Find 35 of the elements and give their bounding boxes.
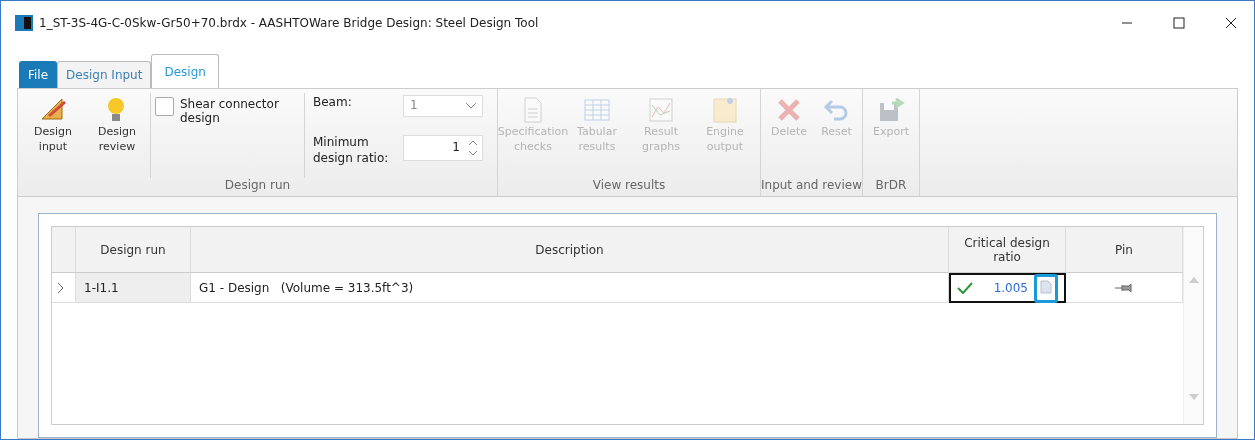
beam-dropdown[interactable]: 1 bbox=[403, 95, 483, 117]
group-label: View results bbox=[591, 178, 667, 194]
field-label: Beam: bbox=[313, 95, 353, 111]
checkbox-label: Shear connector design bbox=[180, 97, 280, 127]
scroll-up-icon[interactable] bbox=[1188, 277, 1199, 283]
toolbar-icon bbox=[710, 95, 740, 125]
ribbon-tab[interactable]: File bbox=[19, 61, 58, 88]
group-label: BrDR bbox=[874, 178, 908, 194]
ratio-spinner[interactable]: 1 bbox=[403, 134, 483, 161]
ribbon-button[interactable]: Design input bbox=[22, 93, 84, 178]
document-icon bbox=[1040, 279, 1052, 294]
column-header: Description bbox=[191, 227, 949, 273]
table-cell: 1-I1.1 bbox=[76, 273, 191, 303]
spinner-arrows-icon bbox=[468, 138, 478, 157]
group-label: Input and review bbox=[761, 178, 862, 194]
group-label: Design run bbox=[223, 178, 292, 194]
report-button[interactable] bbox=[1034, 273, 1058, 303]
checkbox[interactable] bbox=[155, 97, 174, 116]
ribbon-tab[interactable]: Design Input bbox=[57, 61, 152, 88]
pin-icon[interactable] bbox=[1114, 282, 1134, 293]
scroll-down-icon[interactable] bbox=[1188, 394, 1199, 400]
ratio-cell[interactable]: 1.005 bbox=[949, 273, 1066, 303]
ribbon-button[interactable]: Design review bbox=[86, 93, 148, 178]
ribbon-tab[interactable]: Design bbox=[151, 54, 219, 88]
toolbar-icon bbox=[646, 95, 676, 125]
field-label: Minimum design ratio: bbox=[313, 134, 390, 167]
chevron-down-icon bbox=[466, 103, 476, 109]
app-logo-icon bbox=[15, 15, 33, 31]
column-header: Design run bbox=[76, 227, 191, 273]
vertical-scrollbar[interactable] bbox=[1183, 227, 1203, 424]
column-header: Pin bbox=[1066, 227, 1183, 273]
column-header: Critical design ratio bbox=[949, 227, 1066, 273]
window-title: 1_ST-3S-4G-C-0Skw-Gr50+70.brdx - AASHTOWare Bridge Design: Steel Design Tool bbox=[39, 16, 540, 30]
table-cell: G1 - Design (Volume = 313.5ft^3) bbox=[191, 273, 949, 303]
expand-icon[interactable] bbox=[58, 282, 64, 293]
